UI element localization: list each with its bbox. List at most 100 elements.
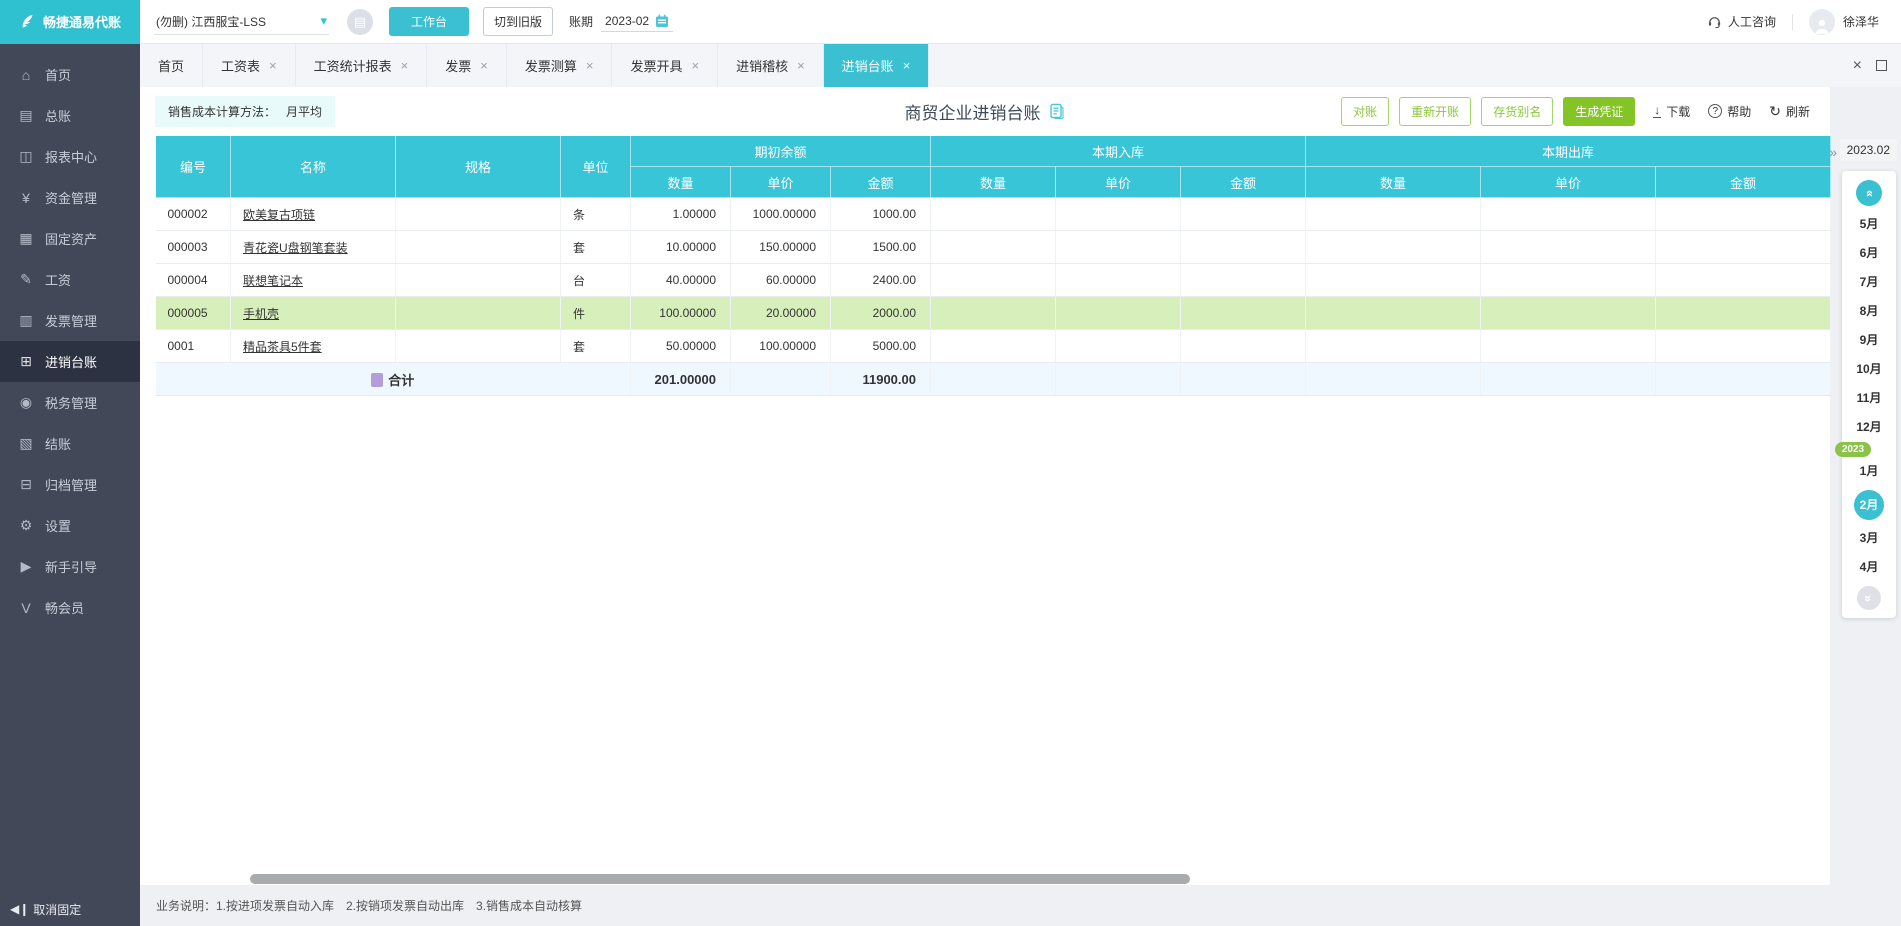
sidebar-item-tax-mgmt[interactable]: ◉ 税务管理 (0, 382, 140, 423)
col-header-code: 编号 (155, 135, 231, 198)
month-item-feb-active[interactable]: 2月 (1854, 490, 1884, 520)
cell-in-price (1055, 230, 1181, 264)
sidebar-item-membership[interactable]: V 畅会员 (0, 587, 140, 628)
sidebar-item-home[interactable]: ⌂ 首页 (0, 54, 140, 95)
tab-payroll-report[interactable]: 工资统计报表 × (296, 44, 428, 87)
app-window: 畅捷通易代账 (勿删) 江西服宝-LSS ▾ ▤ 工作台 切到旧版 账期 202… (0, 0, 1901, 926)
cell-in-amount (1180, 197, 1306, 231)
scroll-down-icon[interactable]: » (1857, 586, 1881, 610)
cell-unit: 套 (560, 230, 631, 264)
tab-home[interactable]: 首页 (140, 44, 204, 87)
support-button[interactable]: 人工咨询 (1707, 13, 1776, 30)
page-title: 商贸企业进销台账 (905, 99, 1066, 124)
item-link[interactable]: 欧美复古项链 (243, 208, 315, 222)
sidebar-item-archive[interactable]: ⊟ 归档管理 (0, 464, 140, 505)
item-link[interactable]: 联想笔记本 (243, 274, 303, 288)
month-item-jul[interactable]: 7月 (1860, 272, 1879, 293)
period-value: 2023-02 (605, 14, 650, 28)
month-item-sep[interactable]: 9月 (1860, 330, 1879, 351)
refresh-link[interactable]: ↻ 刷新 (1769, 103, 1810, 120)
total-empty (1055, 362, 1181, 396)
support-label: 人工咨询 (1727, 15, 1776, 29)
month-item-may[interactable]: 5月 (1860, 214, 1879, 235)
table-row[interactable]: 000002 欧美复古项链 条 1.00000 1000.00000 1000.… (155, 197, 1831, 231)
help-link[interactable]: ? 帮助 (1708, 103, 1751, 120)
period-picker[interactable]: 2023-02 (601, 11, 674, 32)
close-icon[interactable]: × (401, 58, 409, 73)
close-icon[interactable]: × (480, 58, 488, 73)
cell-out-qty (1305, 329, 1481, 363)
tab-purchase-sales-ledger[interactable]: 进销台账 × (823, 44, 930, 87)
horizontal-scrollbar[interactable] (250, 874, 1190, 884)
sidebar-item-closing[interactable]: ▧ 结账 (0, 423, 140, 464)
cell-out-price (1480, 329, 1656, 363)
tab-invoice-estimate[interactable]: 发票测算 × (507, 44, 613, 87)
close-icon[interactable]: × (691, 58, 699, 73)
chevron-glyph: » (1861, 594, 1877, 602)
reconcile-button[interactable]: 对账 (1341, 96, 1390, 126)
sidebar-item-guide[interactable]: ▶ 新手引导 (0, 546, 140, 587)
sidebar-item-label: 首页 (45, 68, 72, 83)
download-link[interactable]: ↓ 下载 (1653, 103, 1690, 120)
period-section: 账期 2023-02 (569, 11, 674, 32)
generate-voucher-button[interactable]: 生成凭证 (1563, 96, 1636, 126)
sidebar-item-payroll[interactable]: ✎ 工资 (0, 259, 140, 300)
month-item-aug[interactable]: 8月 (1860, 301, 1879, 322)
close-icon[interactable]: × (269, 58, 277, 73)
tab-invoice[interactable]: 发票 × (427, 44, 507, 87)
sidebar-item-invoice-mgmt[interactable]: ▥ 发票管理 (0, 300, 140, 341)
month-item-jun[interactable]: 6月 (1860, 243, 1879, 264)
close-all-tabs-icon[interactable]: × (1853, 57, 1862, 75)
unpin-sidebar-button[interactable]: ◀❙ 取消固定 (0, 892, 140, 926)
avatar[interactable] (1808, 8, 1835, 35)
close-icon[interactable]: × (797, 58, 805, 73)
cell-out-amount (1655, 296, 1831, 330)
inventory-alias-button[interactable]: 存货别名 (1481, 96, 1554, 126)
sidebar-item-purchase-sales-ledger[interactable]: ⊞ 进销台账 (0, 341, 140, 382)
month-item-jan[interactable]: 1月 (1860, 461, 1879, 482)
sidebar-item-funds[interactable]: ¥ 资金管理 (0, 177, 140, 218)
month-item-dec[interactable]: 12月 (1856, 417, 1881, 438)
tab-invoice-issue[interactable]: 发票开具 × (612, 44, 719, 87)
document-icon[interactable] (1049, 103, 1066, 120)
month-item-mar[interactable]: 3月 (1860, 528, 1879, 549)
sidebar-item-fixed-assets[interactable]: ▦ 固定资产 (0, 218, 140, 259)
item-link[interactable]: 精品茶具5件套 (243, 340, 322, 354)
switch-old-version-button[interactable]: 切到旧版 (483, 7, 554, 36)
username[interactable]: 徐泽华 (1843, 13, 1879, 30)
month-item-oct[interactable]: 10月 (1856, 359, 1881, 380)
help-label: 帮助 (1727, 104, 1752, 119)
panel-collapse-icon[interactable]: » (1829, 144, 1837, 160)
tab-purchase-sales-audit[interactable]: 进销稽核 × (718, 44, 824, 87)
sidebar-item-settings[interactable]: ⚙ 设置 (0, 505, 140, 546)
table-row[interactable]: 0001 精品茶具5件套 套 50.00000 100.00000 5000.0… (155, 329, 1831, 363)
fullscreen-icon[interactable] (1876, 60, 1887, 71)
workbench-button[interactable]: 工作台 (389, 7, 470, 36)
table-row[interactable]: 000004 联想笔记本 台 40.00000 60.00000 2400.00 (155, 263, 1831, 297)
item-link[interactable]: 青花瓷U盘钢笔套装 (243, 241, 348, 255)
current-period-chip[interactable]: 2023.02 (1839, 139, 1897, 161)
download-label: 下载 (1666, 104, 1691, 119)
table-row[interactable]: 000003 青花瓷U盘钢笔套装 套 10.00000 150.00000 15… (155, 230, 1831, 264)
close-icon[interactable]: × (903, 58, 911, 73)
item-link[interactable]: 手机壳 (243, 307, 279, 321)
month-item-apr[interactable]: 4月 (1860, 557, 1879, 578)
scroll-up-icon[interactable]: » (1856, 180, 1882, 206)
total-price-empty (730, 362, 831, 396)
table-row-highlighted[interactable]: 000005 手机壳 件 100.00000 20.00000 2000.00 (155, 296, 1831, 330)
company-name: (勿删) 江西服宝-LSS (156, 14, 267, 29)
tab-label: 发票开具 (630, 59, 683, 74)
sidebar-item-report-center[interactable]: ◫ 报表中心 (0, 136, 140, 177)
reopen-account-button[interactable]: 重新开账 (1399, 96, 1472, 126)
sidebar-item-label: 税务管理 (45, 396, 98, 411)
company-selector[interactable]: (勿删) 江西服宝-LSS ▾ (154, 9, 329, 35)
sidebar-item-general-ledger[interactable]: ▤ 总账 (0, 95, 140, 136)
close-icon[interactable]: × (586, 58, 594, 73)
cell-in-price (1055, 263, 1181, 297)
tab-payroll-sheet[interactable]: 工资表 × (203, 44, 296, 87)
month-item-nov[interactable]: 11月 (1857, 388, 1882, 409)
notice-icon[interactable]: ▤ (347, 8, 373, 35)
cell-opening-qty: 50.00000 (630, 329, 731, 363)
sub-header-qty: 数量 (1305, 166, 1481, 198)
total-empty (930, 362, 1056, 396)
